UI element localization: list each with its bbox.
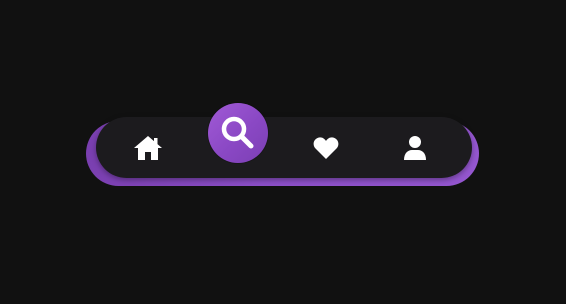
home-icon: [134, 136, 162, 160]
page-background: [0, 0, 566, 304]
search-icon: [221, 116, 254, 149]
heart-icon: [313, 137, 339, 159]
nav-item-heart[interactable]: [304, 126, 348, 170]
nav-item-search[interactable]: [208, 103, 268, 163]
nav-item-user[interactable]: [393, 126, 437, 170]
user-icon: [404, 136, 426, 160]
nav-item-home[interactable]: [126, 126, 170, 170]
